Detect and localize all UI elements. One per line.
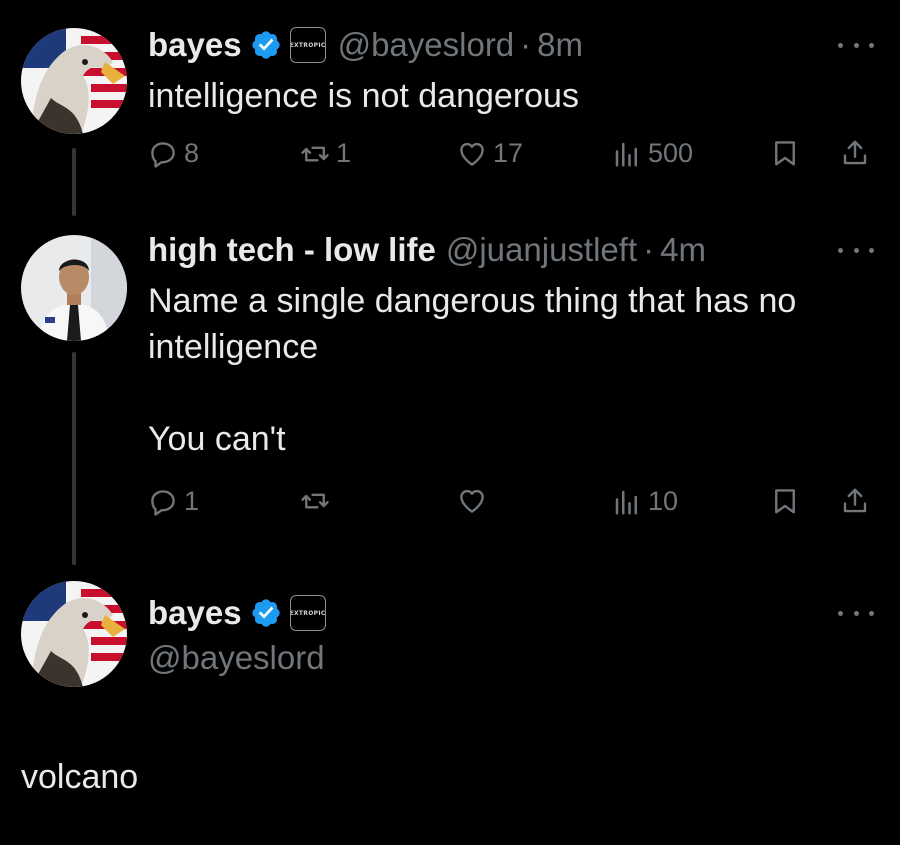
- share-icon: [843, 140, 867, 165]
- bookmark-button[interactable]: [770, 138, 800, 168]
- tweet-header: high tech - low life @juanjustleft · 4m: [148, 230, 706, 270]
- reply-count: 1: [184, 486, 200, 516]
- reply-button[interactable]: 1: [148, 486, 199, 517]
- more-icon[interactable]: [838, 245, 874, 255]
- avatar[interactable]: [21, 581, 127, 687]
- views-button[interactable]: 10: [612, 486, 678, 517]
- handle[interactable]: @bayeslord: [338, 26, 515, 64]
- affiliation-badge[interactable]: EXTROPIC: [289, 595, 326, 631]
- separator: ·: [643, 231, 655, 268]
- like-button[interactable]: 17: [457, 138, 523, 169]
- avatar[interactable]: [21, 28, 127, 134]
- repost-button[interactable]: 1: [300, 138, 351, 169]
- eagle-flag-avatar-image: [21, 28, 127, 134]
- timestamp[interactable]: 4m: [660, 231, 706, 269]
- share-icon: [843, 488, 867, 513]
- tweet-text-line: intelligence: [148, 328, 319, 366]
- tweet-text-line: You can't: [148, 420, 286, 458]
- share-button[interactable]: [840, 486, 870, 516]
- handle[interactable]: @juanjustleft: [446, 231, 637, 269]
- handle[interactable]: @bayeslord: [148, 639, 325, 677]
- reply-count: 8: [184, 138, 200, 168]
- like-count: 17: [493, 138, 524, 168]
- thread-line: [72, 352, 76, 565]
- views-icon: [615, 142, 637, 166]
- tweet-text-line: Name a single dangerous thing that has n…: [148, 282, 797, 320]
- display-name[interactable]: bayes: [148, 594, 242, 632]
- bookmark-icon: [775, 141, 795, 166]
- tweet-header: bayes EXTROPIC: [148, 593, 326, 633]
- views-icon: [615, 490, 637, 514]
- views-count: 10: [648, 486, 679, 516]
- avatar[interactable]: [21, 235, 127, 341]
- repost-icon: [301, 146, 329, 161]
- like-button[interactable]: [457, 486, 487, 516]
- views-count: 500: [648, 138, 694, 168]
- repost-count: 1: [336, 138, 352, 168]
- reply-icon: [151, 489, 175, 516]
- more-icon[interactable]: [838, 608, 874, 618]
- tweet-text: intelligence is not dangerous: [148, 77, 579, 115]
- share-button[interactable]: [840, 138, 870, 168]
- tweet-text: Name a single dangerous thing that has n…: [148, 278, 796, 462]
- tweet-text: volcano: [21, 758, 139, 796]
- separator: ·: [520, 26, 532, 63]
- display-name[interactable]: high tech - low life: [148, 231, 436, 269]
- tweet-header: bayes EXTROPIC @bayeslord · 8m: [148, 25, 583, 65]
- display-name[interactable]: bayes: [148, 26, 242, 64]
- like-icon: [460, 489, 484, 513]
- reply-button[interactable]: 8: [148, 138, 199, 169]
- more-icon[interactable]: [838, 40, 874, 50]
- bookmark-icon: [775, 489, 795, 514]
- eagle-flag-avatar-image: [21, 581, 127, 687]
- person-avatar-image: [21, 235, 127, 341]
- verified-icon: [251, 31, 280, 59]
- repost-button[interactable]: [300, 486, 330, 516]
- views-button[interactable]: 500: [612, 138, 693, 169]
- tweet-text-line: [148, 370, 796, 416]
- repost-icon: [301, 493, 329, 509]
- like-icon: [460, 142, 484, 166]
- bookmark-button[interactable]: [770, 486, 800, 516]
- thread-line: [72, 148, 76, 216]
- reply-icon: [151, 141, 175, 168]
- verified-icon: [251, 599, 280, 627]
- timestamp[interactable]: 8m: [537, 26, 583, 64]
- affiliation-badge[interactable]: EXTROPIC: [289, 27, 326, 63]
